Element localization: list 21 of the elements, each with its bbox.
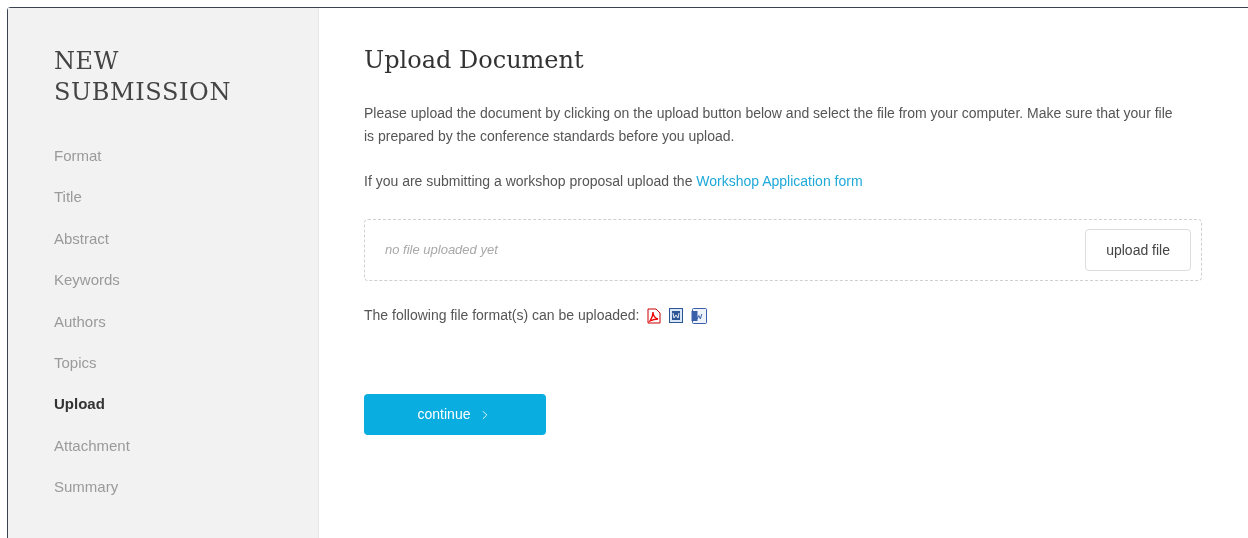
sidebar-item[interactable]: Authors xyxy=(54,311,106,353)
file-formats-text: The following file format(s) can be uploaded: xyxy=(364,306,640,325)
word-document-icon xyxy=(691,307,708,324)
sidebar-item[interactable]: Summary xyxy=(54,477,119,519)
page-title: Upload Document xyxy=(364,45,585,76)
pdf-file-icon xyxy=(647,307,662,324)
workshop-text: If you are submitting a workshop proposal upload the Workshop Application form xyxy=(364,172,864,191)
sidebar-item[interactable]: Format xyxy=(54,146,102,188)
sidebar-item[interactable]: Upload xyxy=(54,394,105,436)
sidebar-item[interactable]: Attachment xyxy=(54,435,130,478)
sidebar-title: NEW SUBMISSION xyxy=(54,46,232,108)
sidebar-item[interactable]: Abstract xyxy=(54,228,110,271)
sidebar-item[interactable]: Topics xyxy=(54,352,97,395)
instructions-text: Please upload the document by clicking on the upload button below and select the file from your computer. Make sure that your file is prepared by the conference standards before you upload. xyxy=(364,104,1174,146)
word-document-icon xyxy=(669,308,684,323)
sidebar-item[interactable]: Keywords xyxy=(54,270,120,312)
upload-file-button[interactable]: upload file xyxy=(1085,229,1191,271)
workshop-form-link[interactable]: Workshop Application form xyxy=(696,173,863,189)
sidebar-item[interactable]: Title xyxy=(54,187,82,229)
upload-status: no file uploaded yet xyxy=(385,241,498,260)
continue-button[interactable]: continue xyxy=(364,394,546,435)
